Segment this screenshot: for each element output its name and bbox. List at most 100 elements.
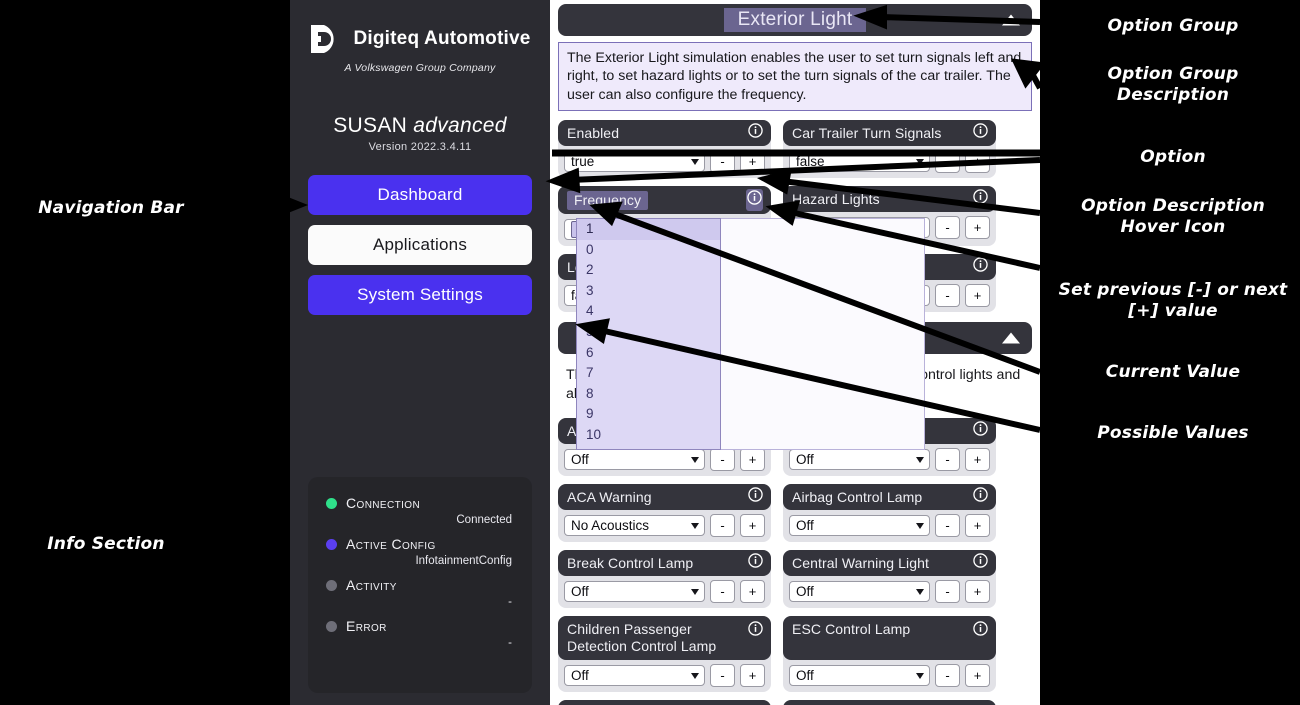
value-select[interactable]: Off xyxy=(564,581,705,603)
info-icon[interactable] xyxy=(973,123,988,143)
decrement-button[interactable]: - xyxy=(935,664,960,688)
info-icon[interactable] xyxy=(748,621,763,641)
decrement-button[interactable]: - xyxy=(710,448,735,472)
chevron-down-icon xyxy=(691,672,699,679)
annotation-option-description-hover-icon: Option Description Hover Icon xyxy=(1053,196,1293,239)
option-card-enabled: Enabled true - + xyxy=(558,120,771,179)
dropdown-option[interactable]: 0 xyxy=(577,240,720,261)
annotation-possible-values: Possible Values xyxy=(1097,423,1249,443)
value-select[interactable]: Off xyxy=(789,515,930,537)
dropdown-option[interactable]: 9 xyxy=(577,404,720,425)
increment-button[interactable]: + xyxy=(965,580,990,604)
increment-button[interactable]: + xyxy=(965,150,990,174)
decrement-button[interactable]: - xyxy=(710,514,735,538)
dropdown-option[interactable]: 6 xyxy=(577,343,720,364)
info-icon[interactable] xyxy=(746,189,763,212)
option-grid-fid-kombi: ABS Control Lamp Off - + ABS Control Lam… xyxy=(558,418,1032,705)
info-icon[interactable] xyxy=(973,621,988,641)
current-value: Off xyxy=(796,668,814,684)
increment-button[interactable]: + xyxy=(740,150,765,174)
info-row-error: Error xyxy=(326,618,514,634)
chevron-down-icon xyxy=(916,456,924,463)
annotation-stepper: Set previous [-] or next [+] value xyxy=(1053,280,1293,323)
value-select[interactable]: Off xyxy=(789,665,930,687)
decrement-button[interactable]: - xyxy=(935,150,960,174)
screenshot-root: Digiteq Automotive A Volkswagen Group Co… xyxy=(0,0,1300,705)
value-select[interactable]: Off xyxy=(789,581,930,603)
option-card-header: Central Warning Light xyxy=(783,550,996,577)
decrement-button[interactable]: - xyxy=(935,514,960,538)
option-card-controls: false - + xyxy=(783,146,996,178)
decrement-button[interactable]: - xyxy=(710,664,735,688)
option-name: Break Control Lamp xyxy=(567,555,694,571)
chevron-up-icon[interactable] xyxy=(1002,14,1020,26)
option-card-header: ACA Warning xyxy=(558,484,771,511)
sidebar-item-label: Applications xyxy=(372,235,468,254)
increment-button[interactable]: + xyxy=(965,216,990,240)
dropdown-option[interactable]: 1 xyxy=(577,219,720,240)
option-group-header-exterior-light[interactable]: Exterior Light xyxy=(558,4,1032,36)
decrement-button[interactable]: - xyxy=(710,580,735,604)
dropdown-option[interactable]: 8 xyxy=(577,384,720,405)
option-name: Hazard Lights xyxy=(792,191,880,208)
decrement-button[interactable]: - xyxy=(935,580,960,604)
decrement-button[interactable]: - xyxy=(710,150,735,174)
sidebar-item-applications[interactable]: Applications xyxy=(308,225,532,265)
increment-button[interactable]: + xyxy=(965,514,990,538)
decrement-button[interactable]: - xyxy=(935,284,960,308)
option-card-header: ESC Control Lamp xyxy=(783,616,996,661)
sidebar-item-dashboard[interactable]: Dashboard xyxy=(308,175,532,215)
option-card-controls: true - + xyxy=(558,146,771,178)
increment-button[interactable]: + xyxy=(740,448,765,472)
status-dot-connection xyxy=(326,497,337,509)
brand-name: Digiteq Automotive xyxy=(353,28,531,49)
dropdown-option-list[interactable]: 1 0 2 3 4 5 6 7 8 9 10 xyxy=(576,218,721,450)
dropdown-option[interactable]: 5 xyxy=(577,322,720,343)
value-select[interactable]: Off xyxy=(564,665,705,687)
info-value-connection: Connected xyxy=(456,514,512,526)
annotation-line-2: Description xyxy=(1116,85,1230,106)
increment-button[interactable]: + xyxy=(965,664,990,688)
value-select[interactable]: Off xyxy=(789,449,930,471)
dropdown-option[interactable]: 3 xyxy=(577,281,720,302)
decrement-button[interactable]: - xyxy=(935,216,960,240)
product-name-emphasis: advanced xyxy=(413,114,507,137)
info-section: Connection Connected Active Config Infot… xyxy=(308,477,532,693)
option-card-controls: Off - + xyxy=(783,510,996,542)
info-icon[interactable] xyxy=(973,487,988,507)
chevron-down-icon xyxy=(916,588,924,595)
decrement-button[interactable]: - xyxy=(935,448,960,472)
increment-button[interactable]: + xyxy=(740,664,765,688)
value-select[interactable]: true xyxy=(564,151,705,173)
dropdown-option[interactable]: 2 xyxy=(577,260,720,281)
info-icon[interactable] xyxy=(973,257,988,277)
dropdown-option[interactable]: 7 xyxy=(577,363,720,384)
option-card-header: Children Passenger Detection Control Lam… xyxy=(558,616,771,661)
chevron-up-icon[interactable] xyxy=(1002,332,1020,344)
option-card-break-control-lamp: Break Control Lamp Off - + xyxy=(558,550,771,609)
increment-button[interactable]: + xyxy=(740,514,765,538)
info-icon[interactable] xyxy=(748,553,763,573)
info-row-connection: Connection xyxy=(326,495,514,511)
info-label: Active Config xyxy=(346,536,436,552)
sidebar-item-system-settings[interactable]: System Settings xyxy=(308,275,532,315)
info-icon[interactable] xyxy=(973,553,988,573)
option-card-airbag-control-lamp: Airbag Control Lamp Off - + xyxy=(783,484,996,543)
dropdown-option[interactable]: 4 xyxy=(577,301,720,322)
info-row-active-config: Active Config xyxy=(326,536,514,552)
value-select[interactable]: No Acoustics xyxy=(564,515,705,537)
info-icon[interactable] xyxy=(973,189,988,209)
value-select[interactable]: false xyxy=(789,151,930,173)
option-card-header: Break Control Lamp xyxy=(558,550,771,577)
option-card-esc-control-lamp: ESC Control Lamp Off - + xyxy=(783,616,996,693)
increment-button[interactable]: + xyxy=(965,284,990,308)
value-select[interactable]: Off xyxy=(564,449,705,471)
increment-button[interactable]: + xyxy=(740,580,765,604)
option-name: Frequency xyxy=(567,191,649,210)
navigation-bar: Digiteq Automotive A Volkswagen Group Co… xyxy=(290,0,550,705)
info-icon[interactable] xyxy=(748,487,763,507)
info-icon[interactable] xyxy=(748,123,763,143)
info-icon[interactable] xyxy=(973,421,988,441)
increment-button[interactable]: + xyxy=(965,448,990,472)
dropdown-option[interactable]: 10 xyxy=(577,425,720,446)
